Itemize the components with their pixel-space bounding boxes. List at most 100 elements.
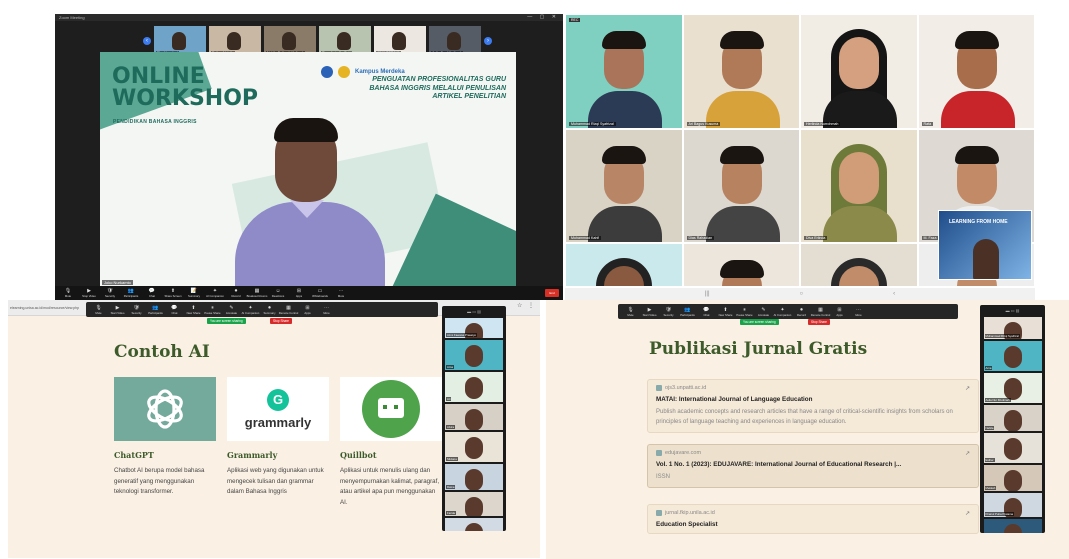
recent-apps-icon[interactable]: ||| (705, 291, 710, 297)
stop-share-button[interactable]: Stop Share (270, 318, 292, 324)
toolbar-button-apps[interactable]: ⊞ Apps (831, 307, 848, 317)
participant-tile[interactable] (565, 243, 683, 287)
toolbar-button-remote-control[interactable]: ▦ Remote Control (811, 307, 831, 317)
toolbar-button-chat[interactable]: 💬 Chat (698, 307, 715, 317)
external-link-icon[interactable]: ↗ (965, 450, 970, 457)
toolbar-button-pause-share[interactable]: ⏸ Pause Share (736, 307, 753, 317)
toolbar-button-remote-control[interactable]: ▦ Remote Control (279, 305, 299, 315)
pip-text: LEARNING FROM HOME (949, 219, 1008, 225)
toolbar-button-participants[interactable]: 👥 Participants (147, 305, 164, 315)
toolbar-button-mute[interactable]: 🎙 Mute (59, 288, 77, 298)
toolbar-button-record[interactable]: ⏺ Record (793, 307, 810, 317)
toolbar-button-share-screen[interactable]: ⬆ Share Screen (164, 288, 182, 298)
journal-card[interactable]: jurnal.fkip.unila.ac.id Education Specia… (647, 504, 979, 534)
favicon-icon (656, 510, 662, 516)
participant-thumbnail[interactable]: Dwi (445, 518, 503, 531)
toolbar-button-security[interactable]: 🛡 Security (660, 307, 677, 317)
toolbar-button-start-video[interactable]: ▶ Start Video (641, 307, 658, 317)
participant-thumbnail[interactable]: Aulia Nur Khotimah (983, 373, 1042, 403)
toolbar-button-security[interactable]: 🛡 Security (101, 288, 119, 298)
participant-thumbnail[interactable]: Arna (983, 341, 1042, 371)
toolbar-button-summary[interactable]: ⏺ Summary (261, 305, 278, 315)
participant-tile[interactable]: Herlinda Nurrohmah (800, 14, 918, 129)
toolbar-button-apps[interactable]: ⊞ Apps (290, 288, 308, 298)
self-view-video[interactable]: LEARNING FROM HOME (938, 210, 1032, 280)
robot-face (378, 398, 404, 418)
participant-thumbnail[interactable]: Azmi Fawwas Prasetyo (445, 318, 503, 338)
toolbar-button-annotate[interactable]: ✎ Annotate (223, 305, 240, 315)
toolbar-button-more[interactable]: ⋯ More (850, 307, 867, 317)
participant-tile[interactable]: Rafa (917, 14, 1035, 129)
sidebar-controls[interactable]: ▬ ▭ ▤ (442, 306, 506, 316)
participant-tile[interactable]: Dias Rahadian (682, 129, 800, 243)
participant-head (392, 32, 406, 50)
prev-page-icon[interactable]: ‹ (143, 37, 151, 45)
participant-tile[interactable] (800, 243, 918, 287)
participant-tile[interactable]: REC Muhammad Rizqi Syafrizal (565, 14, 683, 129)
participant-thumbnail[interactable]: Alvira (445, 404, 503, 430)
next-page-icon[interactable]: › (484, 37, 492, 45)
participant-tile[interactable]: Ari Bagus Kusuma (682, 14, 800, 129)
toolbar-button-more[interactable]: ⋯ More (318, 305, 335, 315)
toolbar-button-ai-companion[interactable]: ✦ AI Companion (242, 305, 260, 315)
toolbar-button-mute[interactable]: 🎙 Mute (90, 305, 107, 315)
toolbar-button-stop-video[interactable]: ▶ Stop Video (80, 288, 98, 298)
toolbar-button-start-video[interactable]: ▶ Start Video (109, 305, 126, 315)
address-bar[interactable]: elearning.unisa.ac.id/mod/resource/view.… (10, 303, 88, 313)
toolbar-button-more[interactable]: ⋯ More (332, 288, 350, 298)
window-controls[interactable]: — ▢ ✕ (527, 14, 559, 20)
participant-thumbnail[interactable]: Esther (983, 433, 1042, 463)
toolbar-label: Mute (95, 310, 102, 315)
back-icon[interactable]: ‹ (893, 291, 895, 297)
toolbar-button-pause-share[interactable]: ⏸ Pause Share (204, 305, 221, 315)
toolbar-button-new-share[interactable]: ⬆ New Share (185, 305, 202, 315)
stop-share-button[interactable]: Stop Share (808, 319, 830, 325)
toolbar-button-apps[interactable]: ⊞ Apps (299, 305, 316, 315)
participant-thumbnail[interactable]: Ratna (445, 464, 503, 490)
journal-card[interactable]: ojs3.unpatti.ac.id MATAI: International … (647, 379, 979, 433)
journal-title: Vol. 1 No. 1 (2023): EDUJAVARE: Internat… (656, 461, 902, 468)
external-link-icon[interactable]: ↗ (965, 385, 970, 392)
section-heading: Publikasi Jurnal Gratis (649, 339, 868, 359)
toolbar-button-ai-companion[interactable]: ✦ AI Companion (206, 288, 224, 298)
toolbar-button-reactions[interactable]: ☺ Reactions (269, 288, 287, 298)
participant-sidebar: ▬ ▭ ▤ Azmi Fawwas Prasetyo Arna Ari Alvira S… (442, 306, 506, 531)
participant-thumbnail[interactable]: Mekkah (983, 465, 1042, 491)
toolbar-button-ai-companion[interactable]: ✦ AI Companion (774, 307, 792, 317)
home-icon[interactable]: ○ (800, 291, 804, 297)
end-button[interactable]: End (545, 289, 559, 297)
browser-actions[interactable]: ☆ ⋮ (517, 302, 536, 309)
participant-shirt (705, 206, 780, 242)
toolbar-button-annotate[interactable]: ✎ Annotate (755, 307, 772, 317)
external-link-icon[interactable]: ↗ (965, 510, 970, 517)
participant-thumbnail[interactable]: Farida (445, 492, 503, 516)
participant-thumbnail[interactable]: Khairul Putra Pratama (983, 493, 1042, 517)
toolbar-button-record[interactable]: ⏺ Record (227, 288, 245, 298)
toolbar-label: Chat (149, 294, 155, 298)
toolbar-button-participants[interactable]: 👥 Participants (122, 288, 140, 298)
participant-thumbnail[interactable]: Dias (983, 519, 1042, 533)
sidebar-controls[interactable]: ▬ ▭ ▤ (980, 305, 1045, 315)
toolbar-button-summary[interactable]: 📝 Summary (185, 288, 203, 298)
toolbar-button-participants[interactable]: 👥 Participants (679, 307, 696, 317)
participant-thumbnail[interactable]: Ari (445, 372, 503, 402)
toolbar-button-chat[interactable]: 💬 Chat (166, 305, 183, 315)
toolbar-button-whiteboards[interactable]: ▭ Whiteboards (311, 288, 329, 298)
participant-head (227, 32, 241, 50)
recording-badge: REC (569, 18, 581, 22)
participant-thumbnail[interactable]: Muhammad Rizqi Syafrizal (983, 317, 1042, 339)
participant-tile[interactable] (682, 243, 800, 287)
toolbar-label: Security (104, 294, 116, 298)
participant-thumbnail[interactable]: Nabila (983, 405, 1042, 431)
toolbar-button-mute[interactable]: 🎙 Mute (622, 307, 639, 317)
toolbar-button-security[interactable]: 🛡 Security (128, 305, 145, 315)
participant-tile[interactable]: Muhammad Kahfi (565, 129, 683, 243)
toolbar-button-new-share[interactable]: ⬆ New Share (717, 307, 734, 317)
journal-card[interactable]: edujavare.com Vol. 1 No. 1 (2023): EDUJA… (647, 444, 979, 488)
participant-tile[interactable]: Diva Erlinda (800, 129, 918, 243)
participant-thumbnail[interactable]: Arna (445, 340, 503, 370)
participant-name: Aulia Nur Khotimah (984, 398, 1011, 402)
toolbar-button-chat[interactable]: 💬 Chat (143, 288, 161, 298)
toolbar-button-breakout-rooms[interactable]: ▦ Breakout Rooms (247, 288, 268, 298)
participant-thumbnail[interactable]: Silviana (445, 432, 503, 462)
